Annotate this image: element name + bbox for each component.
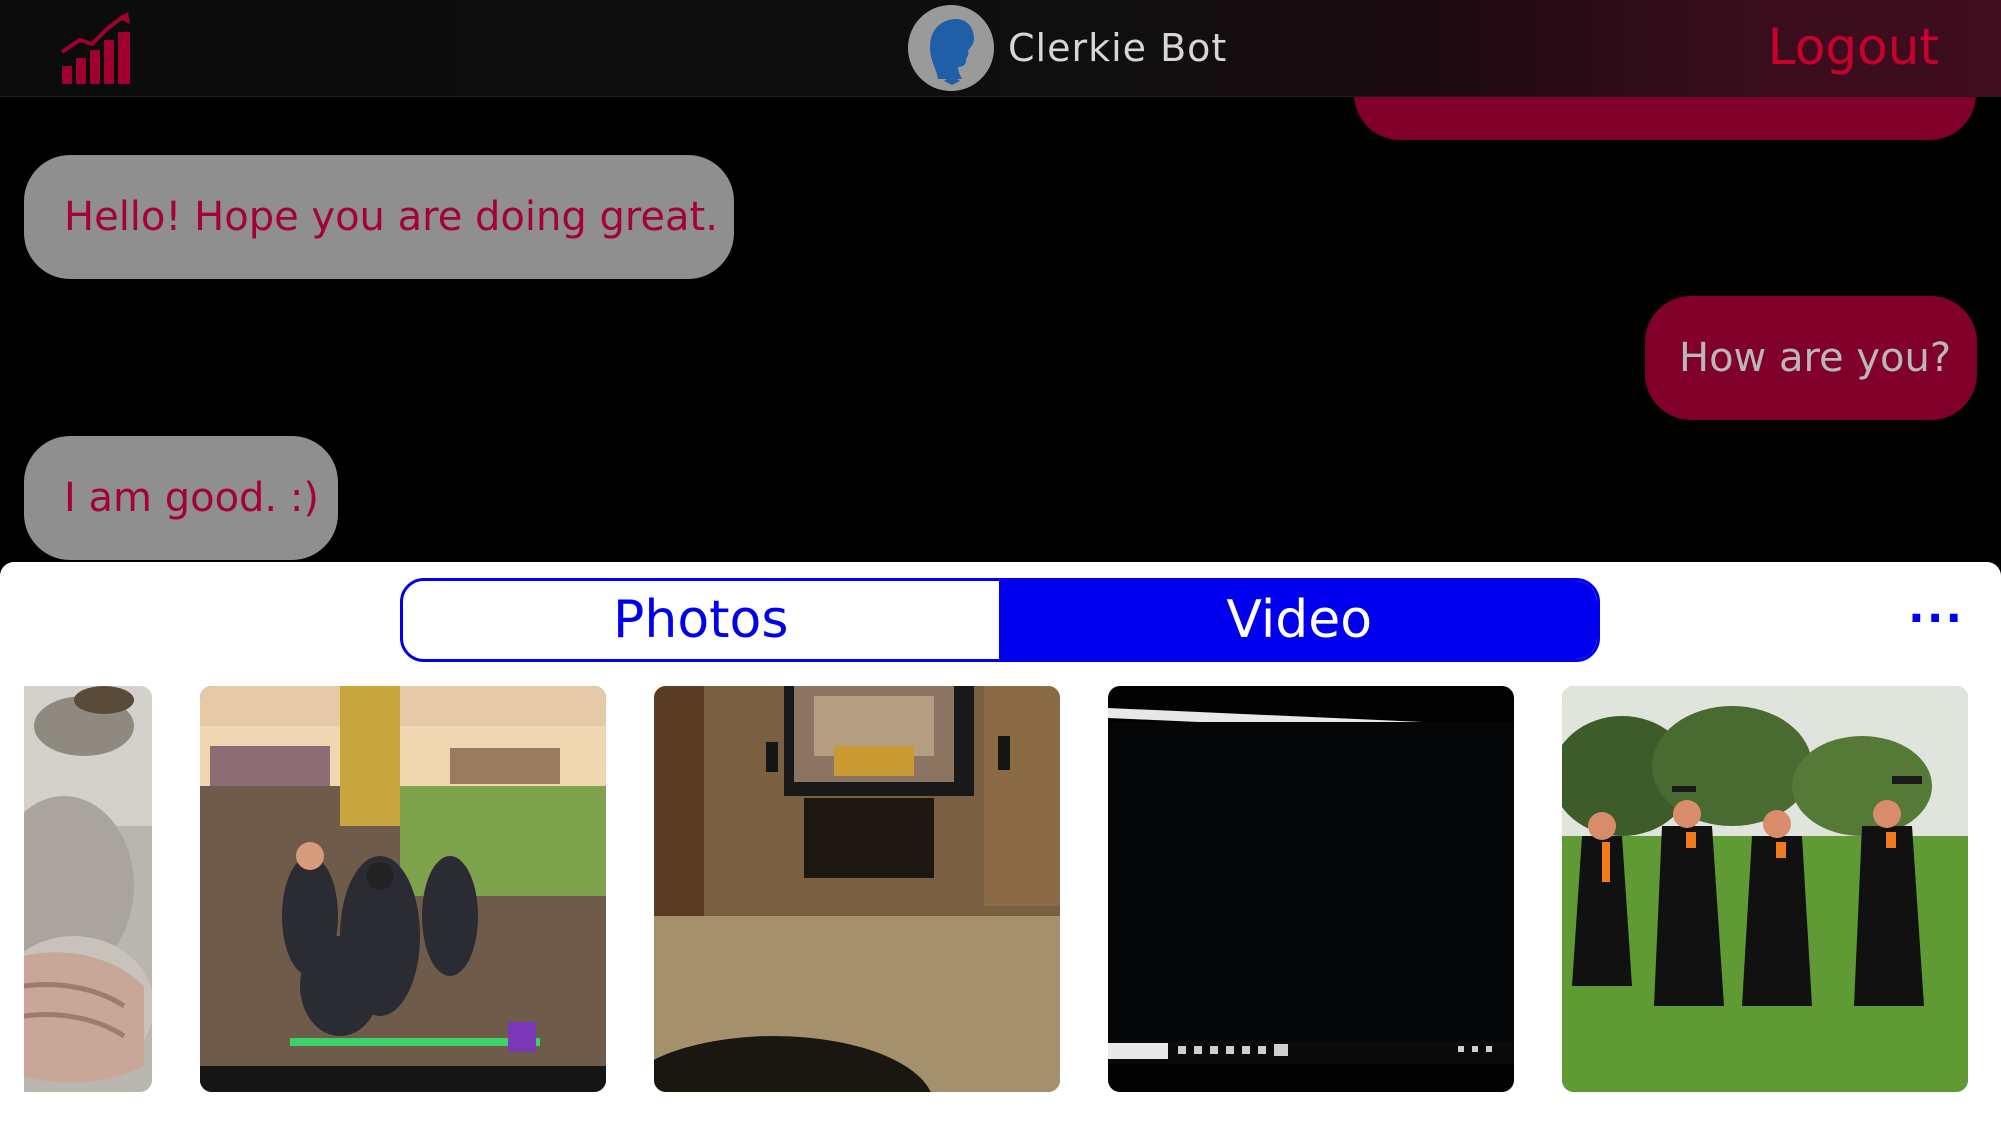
media-thumbnail[interactable] xyxy=(1562,686,1968,1092)
message-text: I am good. :) xyxy=(64,475,319,521)
tab-video[interactable]: Video xyxy=(1001,581,1597,659)
media-picker-panel: Photos Video ... xyxy=(0,562,2001,1125)
media-thumbnail[interactable] xyxy=(1108,686,1514,1092)
bot-message-bubble: I am good. :) xyxy=(24,436,338,560)
user-message-bubble: How are you? xyxy=(1645,296,1977,420)
top-bar: Clerkie Bot Logout xyxy=(0,0,2001,97)
logout-button[interactable]: Logout xyxy=(1768,18,1939,76)
person-silhouette-icon xyxy=(908,5,994,91)
media-thumbnail[interactable] xyxy=(654,686,1060,1092)
bot-message-bubble: Hello! Hope you are doing great. xyxy=(24,155,734,279)
media-thumbnail[interactable] xyxy=(200,686,606,1092)
tab-photos[interactable]: Photos xyxy=(403,581,1002,659)
message-text: How are you? xyxy=(1679,335,1952,381)
more-options-button[interactable]: ... xyxy=(1908,582,1964,633)
app-root: Hello! Hope you are doing great. How are… xyxy=(0,0,2001,1125)
media-type-segmented-control: Photos Video xyxy=(400,578,1600,662)
message-text: Hello! Hope you are doing great. xyxy=(64,194,718,240)
bot-name: Clerkie Bot xyxy=(1008,26,1228,70)
media-thumbnail[interactable] xyxy=(24,686,152,1092)
bar-chart-trend-icon[interactable] xyxy=(58,10,138,86)
